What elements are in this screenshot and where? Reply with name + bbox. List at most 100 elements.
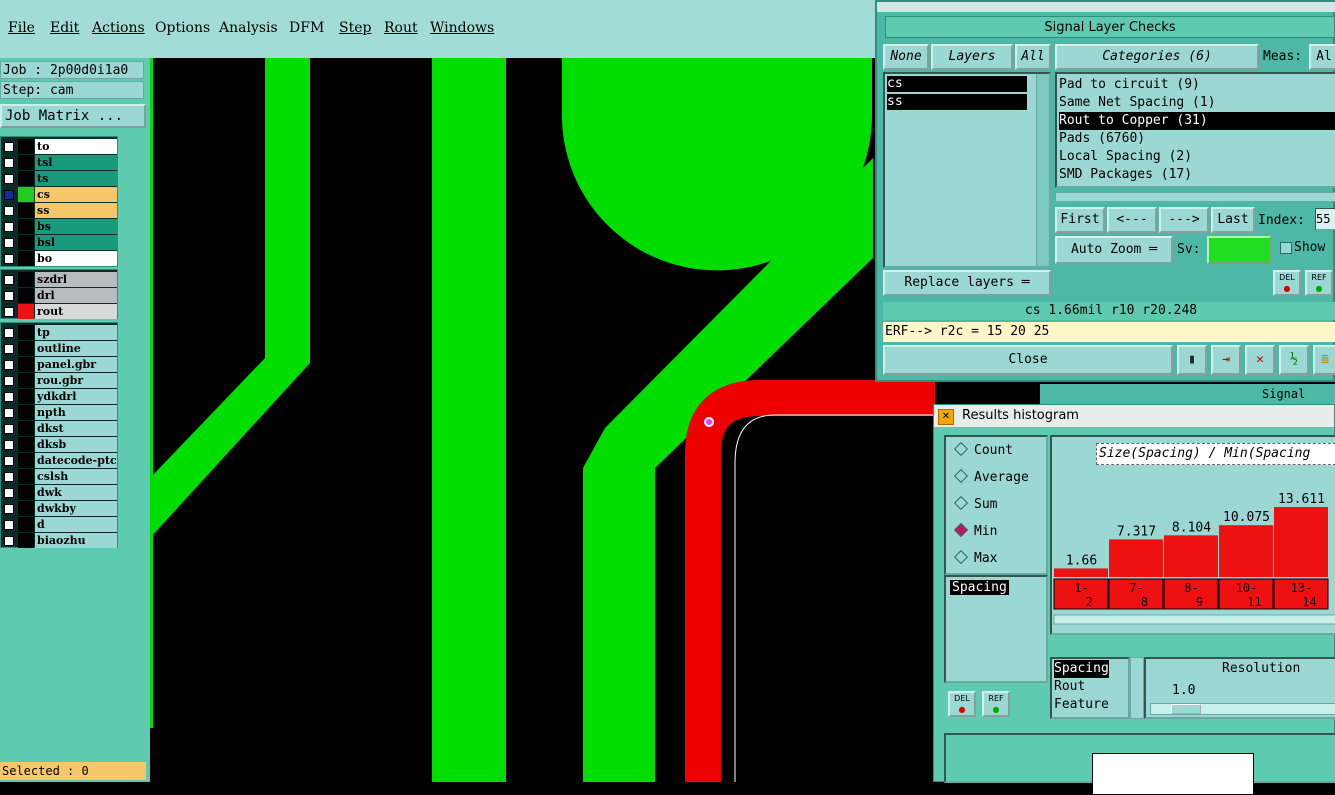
- layer-color-swatch[interactable]: [18, 485, 34, 500]
- layer-color-swatch[interactable]: [18, 405, 34, 420]
- layer-color-swatch[interactable]: [18, 469, 34, 484]
- replace-layers-button[interactable]: Replace layers ═: [883, 270, 1051, 296]
- none-button[interactable]: None: [883, 44, 929, 70]
- layer-name[interactable]: ss: [35, 203, 117, 218]
- layer-row-tp[interactable]: tp: [1, 325, 117, 341]
- attribute-item[interactable]: Spacing: [950, 580, 1009, 595]
- histogram-bar[interactable]: [1054, 568, 1108, 577]
- category-item[interactable]: Pads (6760): [1059, 130, 1335, 148]
- layer-row-bo[interactable]: bo: [1, 251, 117, 267]
- radio-count[interactable]: Count: [953, 441, 1013, 458]
- categories-scrollbar[interactable]: [1055, 192, 1335, 202]
- menu-rout[interactable]: Rout: [384, 20, 418, 36]
- layer-name[interactable]: rou.gbr: [35, 373, 117, 388]
- layer-name[interactable]: d: [35, 517, 117, 532]
- ref-button[interactable]: REF ●: [1305, 270, 1333, 296]
- layer-color-swatch[interactable]: [18, 341, 34, 356]
- layer-checkbox[interactable]: [4, 291, 14, 301]
- layer-name[interactable]: datecode-ptc: [35, 453, 117, 468]
- layer-color-swatch[interactable]: [18, 389, 34, 404]
- layer-row-dkst[interactable]: dkst: [1, 421, 117, 437]
- radio-diamond-icon[interactable]: [953, 522, 969, 538]
- next-button[interactable]: --->: [1159, 207, 1209, 233]
- layer-checkbox[interactable]: [4, 408, 14, 418]
- layer-checkbox[interactable]: [4, 440, 14, 450]
- layer-color-swatch[interactable]: [18, 373, 34, 388]
- bottom-list-item[interactable]: Rout: [1054, 678, 1085, 696]
- tool-flag-icon[interactable]: ▮: [1177, 345, 1207, 375]
- layer-row-rou.gbr[interactable]: rou.gbr: [1, 373, 117, 389]
- layer-name[interactable]: dwkby: [35, 501, 117, 516]
- layer-name[interactable]: tsl: [35, 155, 117, 170]
- resolution-slider[interactable]: [1150, 703, 1335, 715]
- layer-checkbox[interactable]: [4, 238, 14, 248]
- layers-button[interactable]: Layers: [931, 44, 1013, 70]
- layer-checkbox[interactable]: [4, 158, 14, 168]
- layer-color-swatch[interactable]: [18, 139, 34, 154]
- layer-row-outline[interactable]: outline: [1, 341, 117, 357]
- layer-row-rout[interactable]: rout: [1, 304, 117, 320]
- layer-color-swatch[interactable]: [18, 437, 34, 452]
- menu-windows[interactable]: Windows: [430, 20, 494, 36]
- layer-color-swatch[interactable]: [18, 155, 34, 170]
- menu-actions[interactable]: Actions: [92, 20, 145, 36]
- layer-name[interactable]: szdrl: [35, 272, 117, 287]
- tool-cancel-icon[interactable]: ✕: [1245, 345, 1275, 375]
- layer-row-dwk[interactable]: dwk: [1, 485, 117, 501]
- layer-row-bsl[interactable]: bsl: [1, 235, 117, 251]
- layer-row-d[interactable]: d: [1, 517, 117, 533]
- menu-step[interactable]: Step: [339, 20, 371, 36]
- tool-report-icon[interactable]: ≣: [1313, 345, 1335, 375]
- layer-row-biaozhu[interactable]: biaozhu: [1, 533, 117, 549]
- category-item[interactable]: Rout to Copper (31): [1059, 112, 1335, 130]
- radio-average[interactable]: Average: [953, 468, 1029, 485]
- layer-color-swatch[interactable]: [18, 501, 34, 516]
- check-layer-item[interactable]: ss: [887, 94, 1027, 110]
- radio-diamond-icon[interactable]: [953, 468, 969, 484]
- category-item[interactable]: Local Spacing (2): [1059, 148, 1335, 166]
- histogram-bar[interactable]: [1219, 525, 1273, 577]
- auto-zoom-button[interactable]: Auto Zoom ═: [1055, 236, 1173, 264]
- layer-checkbox[interactable]: [4, 488, 14, 498]
- layer-row-panel.gbr[interactable]: panel.gbr: [1, 357, 117, 373]
- layer-checkbox[interactable]: [4, 456, 14, 466]
- layer-row-ss[interactable]: ss: [1, 203, 117, 219]
- layer-checkbox[interactable]: [4, 275, 14, 285]
- bottom-list[interactable]: Spacing Rout Feature: [1050, 657, 1130, 719]
- layer-name[interactable]: biaozhu: [35, 533, 117, 548]
- layer-color-swatch[interactable]: [18, 187, 34, 202]
- layer-name[interactable]: bs: [35, 219, 117, 234]
- categories-button[interactable]: Categories (6): [1055, 44, 1259, 70]
- layer-name[interactable]: cs: [35, 187, 117, 202]
- index-input[interactable]: 55: [1315, 208, 1335, 230]
- tool-exit-icon[interactable]: ⇥: [1211, 345, 1241, 375]
- layer-row-bs[interactable]: bs: [1, 219, 117, 235]
- check-layer-item[interactable]: cs: [887, 76, 1027, 92]
- bottom-list-scrollbar[interactable]: [1130, 657, 1144, 719]
- close-button[interactable]: Close: [883, 345, 1173, 375]
- prev-button[interactable]: <---: [1107, 207, 1157, 233]
- layer-color-swatch[interactable]: [18, 304, 34, 319]
- layer-checkbox[interactable]: [4, 190, 14, 200]
- layer-row-dksb[interactable]: dksb: [1, 437, 117, 453]
- layer-color-swatch[interactable]: [18, 203, 34, 218]
- layer-color-swatch[interactable]: [18, 288, 34, 303]
- category-item[interactable]: Pad to circuit (9): [1059, 76, 1335, 94]
- hist-del-button[interactable]: DEL ●: [948, 691, 976, 717]
- menu-dfm[interactable]: DFM: [289, 20, 324, 36]
- layer-color-swatch[interactable]: [18, 421, 34, 436]
- sv-color-dropdown[interactable]: [1207, 236, 1271, 264]
- menu-analysis[interactable]: Analysis: [219, 20, 278, 36]
- category-item[interactable]: Same Net Spacing (1): [1059, 94, 1335, 112]
- layer-checkbox[interactable]: [4, 376, 14, 386]
- layer-checkbox[interactable]: [4, 520, 14, 530]
- layer-checkbox[interactable]: [4, 222, 14, 232]
- show-checkbox[interactable]: [1280, 242, 1292, 254]
- layer-name[interactable]: cslsh: [35, 469, 117, 484]
- menu-edit[interactable]: Edit: [50, 20, 79, 36]
- radio-max[interactable]: Max: [953, 549, 997, 566]
- layer-row-tsl[interactable]: tsl: [1, 155, 117, 171]
- layer-name[interactable]: bsl: [35, 235, 117, 250]
- last-button[interactable]: Last: [1211, 207, 1255, 233]
- layer-checkbox[interactable]: [4, 206, 14, 216]
